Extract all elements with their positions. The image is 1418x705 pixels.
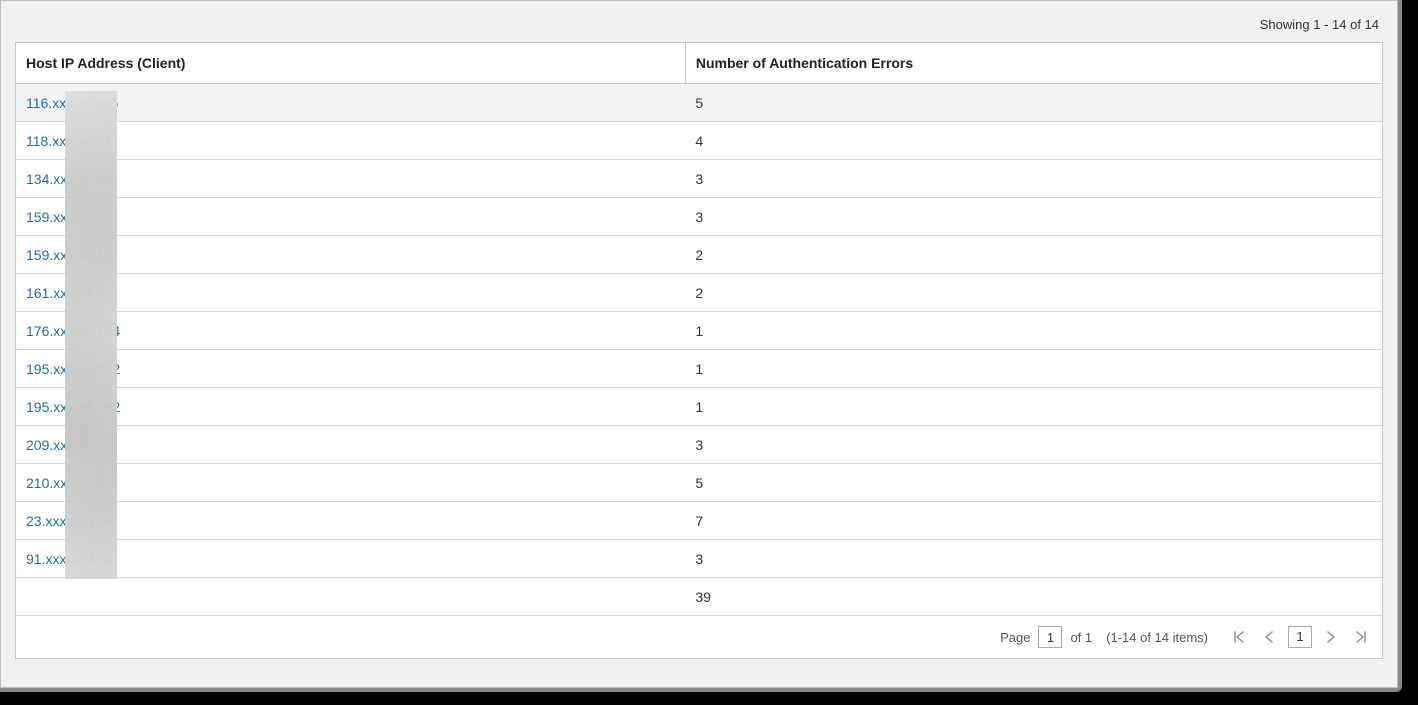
ip-link[interactable]: 159.xxx.xx.83 xyxy=(26,209,112,225)
ip-cell: 176.xxx.x3.164 xyxy=(16,312,685,350)
ip-link[interactable]: 195.xxx.x4.242 xyxy=(26,399,120,415)
ip-cell: 161.xxx.xx.03 xyxy=(16,274,685,312)
ip-link[interactable]: 176.xxx.x3.164 xyxy=(26,323,120,339)
table-row: 195.xxx.x4.242 1 xyxy=(16,388,1382,426)
column-header-errors[interactable]: Number of Authentication Errors xyxy=(685,43,1382,84)
errors-cell: 5 xyxy=(685,464,1382,502)
errors-cell: 3 xyxy=(685,426,1382,464)
table-row: 209.xxx.xx.37 3 xyxy=(16,426,1382,464)
totals-ip-cell xyxy=(16,578,685,616)
ip-link[interactable]: 116.xxx.xx.195 xyxy=(26,95,118,111)
pager-page-display: 1 xyxy=(1288,626,1312,648)
errors-cell: 5 xyxy=(685,84,1382,122)
table-row: 176.xxx.x3.164 1 xyxy=(16,312,1382,350)
errors-cell: 3 xyxy=(685,160,1382,198)
table-row: 116.xxx.xx.195 5 xyxy=(16,84,1382,122)
table-row: 118.xxx.xx.33 4 xyxy=(16,122,1382,160)
errors-cell: 3 xyxy=(685,540,1382,578)
pager-next-icon[interactable] xyxy=(1320,626,1342,648)
table-row: 161.xxx.xx.03 2 xyxy=(16,274,1382,312)
ip-cell: 91.xxx.xx.170 xyxy=(16,540,685,578)
ip-cell: 159.xxx.xx.16 xyxy=(16,236,685,274)
errors-cell: 1 xyxy=(685,312,1382,350)
pager-last-icon[interactable] xyxy=(1350,626,1372,648)
totals-errors-cell: 39 xyxy=(685,578,1382,616)
auth-errors-table: Host IP Address (Client) Number of Authe… xyxy=(16,43,1382,658)
ip-link[interactable]: 209.xxx.xx.37 xyxy=(26,437,112,453)
errors-cell: 3 xyxy=(685,198,1382,236)
ip-cell: 195.xxx.x4.142 xyxy=(16,350,685,388)
errors-cell: 2 xyxy=(685,236,1382,274)
ip-cell: 159.xxx.xx.83 xyxy=(16,198,685,236)
errors-cell: 7 xyxy=(685,502,1382,540)
pager-prev-icon[interactable] xyxy=(1258,626,1280,648)
table-row: 159.xxx.xx.83 3 xyxy=(16,198,1382,236)
errors-cell: 2 xyxy=(685,274,1382,312)
ip-cell: 23.xxx.xx.156 xyxy=(16,502,685,540)
pager-page-label: Page xyxy=(1000,630,1030,645)
column-header-ip[interactable]: Host IP Address (Client) xyxy=(16,43,685,84)
ip-link[interactable]: 195.xxx.x4.142 xyxy=(26,361,120,377)
ip-link[interactable]: 210.xxx.xx.6 xyxy=(26,475,104,491)
ip-cell: 116.xxx.xx.195 xyxy=(16,84,685,122)
errors-cell: 1 xyxy=(685,388,1382,426)
ip-cell: 134.xxx.xx.49 xyxy=(16,160,685,198)
ip-link[interactable]: 118.xxx.xx.33 xyxy=(26,133,111,149)
pager-first-icon[interactable] xyxy=(1228,626,1250,648)
ip-link[interactable]: 159.xxx.xx.16 xyxy=(26,247,112,263)
ip-link[interactable]: 91.xxx.xx.170 xyxy=(26,551,112,567)
pager-of-label: of 1 xyxy=(1070,630,1092,645)
totals-row: 39 xyxy=(16,578,1382,616)
ip-cell: 118.xxx.xx.33 xyxy=(16,122,685,160)
ip-link[interactable]: 161.xxx.xx.03 xyxy=(26,285,112,301)
ip-cell: 210.xxx.xx.6 xyxy=(16,464,685,502)
results-count-status: Showing 1 - 14 of 14 xyxy=(15,11,1383,42)
pagination-bar: Page of 1 (1-14 of 14 items) 1 xyxy=(26,626,1372,648)
table-row: 134.xxx.xx.49 3 xyxy=(16,160,1382,198)
ip-link[interactable]: 134.xxx.xx.49 xyxy=(26,171,112,187)
results-table-container: Host IP Address (Client) Number of Authe… xyxy=(15,42,1383,659)
ip-cell: 209.xxx.xx.37 xyxy=(16,426,685,464)
table-row: 210.xxx.xx.6 5 xyxy=(16,464,1382,502)
errors-cell: 4 xyxy=(685,122,1382,160)
errors-cell: 1 xyxy=(685,350,1382,388)
table-row: 159.xxx.xx.16 2 xyxy=(16,236,1382,274)
ip-cell: 195.xxx.x4.242 xyxy=(16,388,685,426)
pager-range-label: (1-14 of 14 items) xyxy=(1106,630,1208,645)
table-row: 91.xxx.xx.170 3 xyxy=(16,540,1382,578)
results-panel: Showing 1 - 14 of 14 Host IP Address (Cl… xyxy=(0,0,1398,688)
pager-page-input[interactable] xyxy=(1038,626,1062,648)
ip-link[interactable]: 23.xxx.xx.156 xyxy=(26,513,112,529)
table-row: 23.xxx.xx.156 7 xyxy=(16,502,1382,540)
table-row: 195.xxx.x4.142 1 xyxy=(16,350,1382,388)
